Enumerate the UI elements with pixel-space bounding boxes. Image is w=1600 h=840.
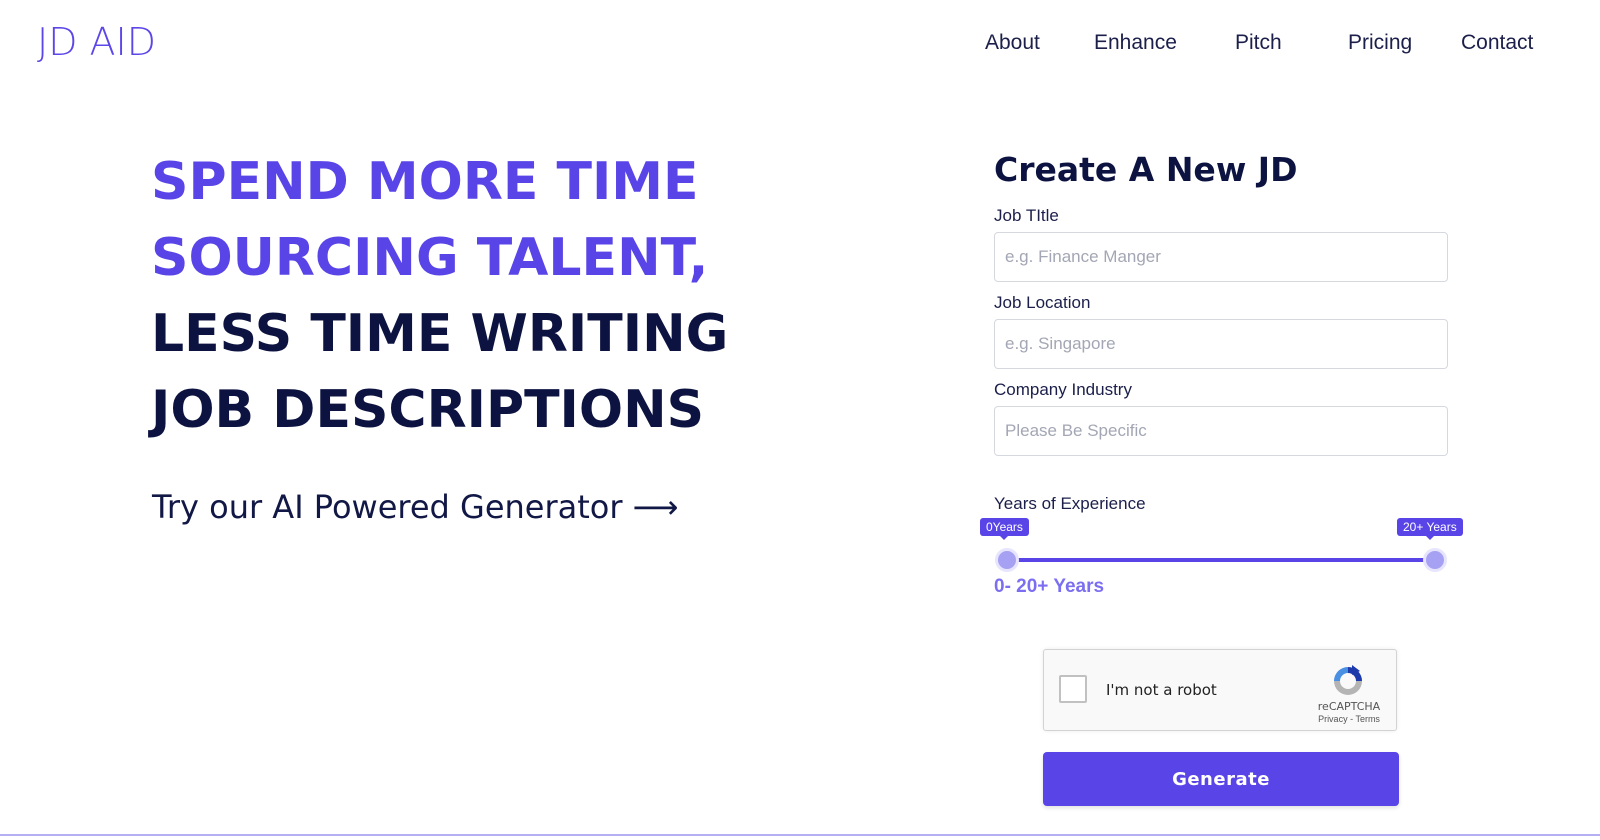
logo[interactable]: JD AID xyxy=(37,20,156,64)
slider-max-handle[interactable] xyxy=(1423,548,1447,572)
nav-enhance[interactable]: Enhance xyxy=(1094,30,1177,56)
bottom-divider xyxy=(0,834,1600,836)
hero-line-3: LESS TIME WRITING xyxy=(151,304,729,364)
form-title: Create A New JD xyxy=(994,150,1298,189)
job-title-input[interactable] xyxy=(994,232,1448,282)
recaptcha-widget: I'm not a robot reCAPTCHA Privacy - Term… xyxy=(1043,649,1397,731)
job-location-input[interactable] xyxy=(994,319,1448,369)
hero-headline: SPEND MORE TIME SOURCING TALENT, LESS TI… xyxy=(151,144,728,448)
experience-label: Years of Experience xyxy=(994,494,1146,513)
generator-cta-link[interactable]: Try our AI Powered Generator ⟶ xyxy=(152,488,678,526)
cta-text: Try our AI Powered Generator xyxy=(152,488,623,526)
nav-contact[interactable]: Contact xyxy=(1461,30,1533,56)
hero-line-1: SPEND MORE TIME xyxy=(151,152,699,212)
hero-line-4: JOB DESCRIPTIONS xyxy=(151,380,705,440)
recaptcha-links: Privacy - Terms xyxy=(1306,714,1392,724)
experience-range-value: 0- 20+ Years xyxy=(994,576,1105,597)
job-location-label: Job Location xyxy=(994,293,1091,312)
nav-pricing[interactable]: Pricing xyxy=(1348,30,1412,56)
generate-button[interactable]: Generate xyxy=(1043,752,1399,806)
slider-min-handle[interactable] xyxy=(995,548,1019,572)
slider-track[interactable] xyxy=(1007,558,1435,562)
company-industry-input[interactable] xyxy=(994,406,1448,456)
slider-max-tooltip: 20+ Years xyxy=(1397,518,1463,540)
company-industry-label: Company Industry xyxy=(994,380,1132,399)
nav-pitch[interactable]: Pitch xyxy=(1235,30,1282,56)
recaptcha-label: I'm not a robot xyxy=(1106,681,1217,699)
recaptcha-checkbox[interactable] xyxy=(1059,675,1087,703)
hero-line-2: SOURCING TALENT, xyxy=(151,228,709,288)
recaptcha-privacy-link[interactable]: Privacy xyxy=(1318,714,1348,724)
recaptcha-logo-icon xyxy=(1334,665,1362,695)
recaptcha-separator: - xyxy=(1350,714,1354,724)
arrow-right-icon: ⟶ xyxy=(632,488,679,526)
nav-about[interactable]: About xyxy=(985,30,1040,56)
job-title-label: Job TItle xyxy=(994,206,1059,225)
recaptcha-brand: reCAPTCHA xyxy=(1317,700,1381,713)
recaptcha-terms-link[interactable]: Terms xyxy=(1355,714,1380,724)
slider-min-tooltip: 0Years xyxy=(980,518,1029,540)
